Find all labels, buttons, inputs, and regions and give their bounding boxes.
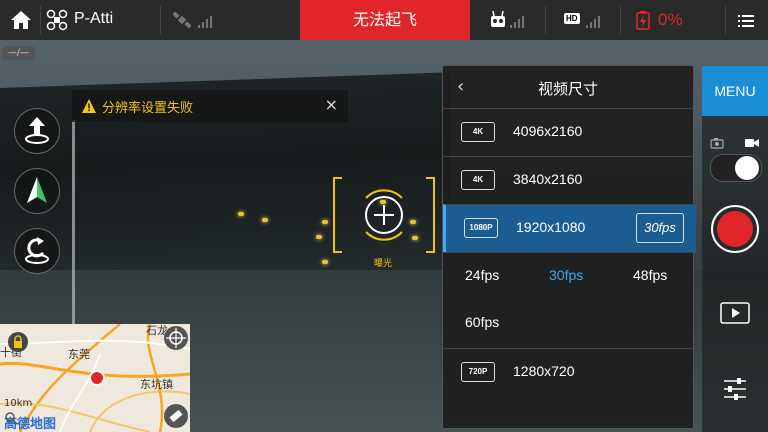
satellite-icon — [172, 10, 192, 30]
camera-settings-icon[interactable] — [722, 376, 748, 402]
altitude-readout: —/— — [2, 46, 36, 60]
selected-fps-box[interactable]: 30fps — [636, 213, 684, 243]
remote-controller-icon — [488, 10, 508, 30]
hd-video-icon: HD — [564, 13, 580, 24]
scene-light — [316, 235, 322, 239]
menu-button[interactable]: MENU — [702, 66, 768, 116]
photo-video-toggle[interactable] — [710, 154, 762, 182]
battery-percent: 0% — [658, 10, 683, 29]
scene-light — [322, 260, 328, 264]
flight-mode-label[interactable]: P-Atti — [74, 10, 113, 28]
rc-signal-icon — [510, 16, 526, 28]
video-size-panel: ‹ 视频尺寸 4K 4096x2160 4K 3840x2160 1080P 1… — [442, 65, 696, 429]
warning-toast: 分辨率设置失败 × — [72, 90, 348, 122]
resolution-badge: 1080P — [464, 218, 498, 238]
playback-icon[interactable] — [720, 302, 750, 324]
takeoff-status-alert[interactable]: 无法起飞 — [300, 0, 470, 40]
separator — [545, 6, 546, 34]
resolution-row[interactable]: 4K 4096x2160 — [443, 108, 693, 157]
home-icon[interactable] — [8, 8, 34, 32]
fps-option-selected[interactable]: 30fps — [549, 267, 583, 283]
record-dot — [717, 211, 753, 247]
aircraft-location-marker — [89, 370, 105, 386]
panel-title: 视频尺寸 — [537, 80, 598, 98]
resolution-value: 1280x720 — [513, 363, 575, 379]
resolution-badge: 4K — [461, 122, 495, 142]
locate-icon[interactable] — [164, 326, 188, 350]
separator — [725, 6, 726, 34]
separator — [620, 6, 621, 34]
resolution-row-selected[interactable]: 1080P 1920x1080 30fps — [443, 204, 696, 253]
top-bar: P-Atti 无法起飞 HD 0% — [0, 0, 768, 40]
fps-option[interactable]: 24fps — [465, 267, 499, 283]
resolution-value: 1920x1080 — [516, 219, 586, 235]
focus-exposure-target[interactable] — [332, 176, 436, 254]
resolution-badge: 720P — [461, 362, 495, 382]
separator — [40, 6, 41, 34]
scene-light — [322, 220, 328, 224]
warning-icon — [81, 98, 97, 114]
resolution-value: 3840x2160 — [513, 171, 583, 187]
fps-options-row: 60fps — [443, 300, 693, 348]
toggle-knob — [735, 156, 759, 180]
scene-light — [262, 218, 268, 222]
map-scale-label: 10km — [4, 398, 33, 409]
exposure-label: 曝光 — [374, 259, 393, 269]
separator — [160, 6, 161, 34]
video-mode-icon[interactable] — [744, 134, 760, 147]
fps-option[interactable]: 48fps — [633, 267, 667, 283]
eraser-icon[interactable] — [164, 404, 188, 428]
return-home-button[interactable] — [14, 228, 60, 274]
map-label: 东莞 — [68, 348, 90, 361]
navigation-mode-button[interactable] — [14, 168, 60, 214]
zoom-search-icon[interactable] — [4, 410, 18, 425]
record-button[interactable] — [711, 205, 759, 253]
fps-options-row: 24fps 30fps 48fps — [443, 252, 693, 301]
takeoff-button[interactable] — [14, 108, 60, 154]
scene-light — [238, 212, 244, 216]
resolution-row[interactable]: 720P 1280x720 — [443, 348, 693, 397]
gps-signal-icon — [198, 16, 214, 28]
aircraft-icon — [46, 9, 68, 31]
resolution-value: 4096x2160 — [513, 123, 583, 139]
battery-icon — [636, 10, 650, 30]
photo-mode-icon[interactable] — [710, 134, 724, 149]
close-icon[interactable]: × — [325, 95, 338, 114]
fps-option[interactable]: 60fps — [465, 314, 499, 330]
mini-map[interactable]: 石龙 东莞 东坑镇 十街 10km 高德地图 — [0, 324, 190, 432]
lock-icon[interactable] — [8, 332, 28, 352]
resolution-badge: 4K — [461, 170, 495, 190]
hd-signal-icon — [586, 16, 602, 28]
map-label: 东坑镇 — [140, 378, 173, 391]
warning-text: 分辨率设置失败 — [102, 101, 194, 116]
settings-list-icon[interactable] — [738, 13, 754, 27]
resolution-row[interactable]: 4K 3840x2160 — [443, 156, 693, 205]
